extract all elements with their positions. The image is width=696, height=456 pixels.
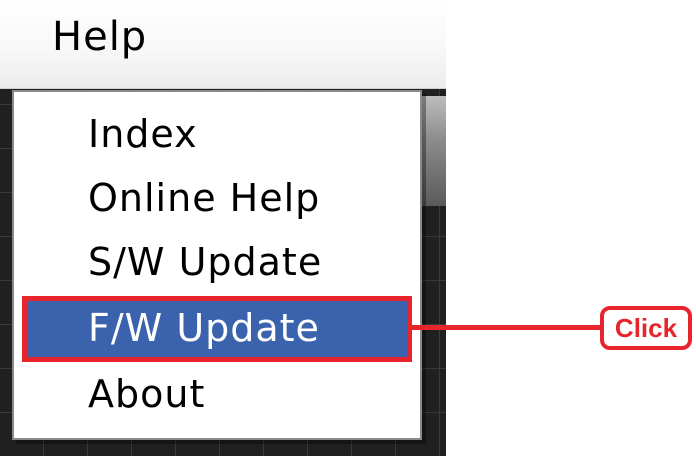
help-dropdown-menu: Index Online Help S/W Update F/W Update … — [12, 90, 422, 440]
app-content-strip — [420, 96, 446, 206]
menu-help[interactable]: Help — [52, 14, 147, 60]
screenshot-stage: Help Index Online Help S/W Update F/W Up… — [0, 0, 696, 456]
menu-item-about[interactable]: About — [24, 362, 412, 426]
menu-item-index[interactable]: Index — [24, 102, 412, 166]
menu-bar: Help — [0, 0, 446, 89]
annotation-click-callout: Click — [600, 306, 692, 350]
annotation-connector-line — [412, 325, 602, 330]
menu-item-fw-update[interactable]: F/W Update — [24, 296, 412, 360]
menu-item-online-help[interactable]: Online Help — [24, 166, 412, 230]
menu-item-sw-update[interactable]: S/W Update — [24, 230, 412, 294]
